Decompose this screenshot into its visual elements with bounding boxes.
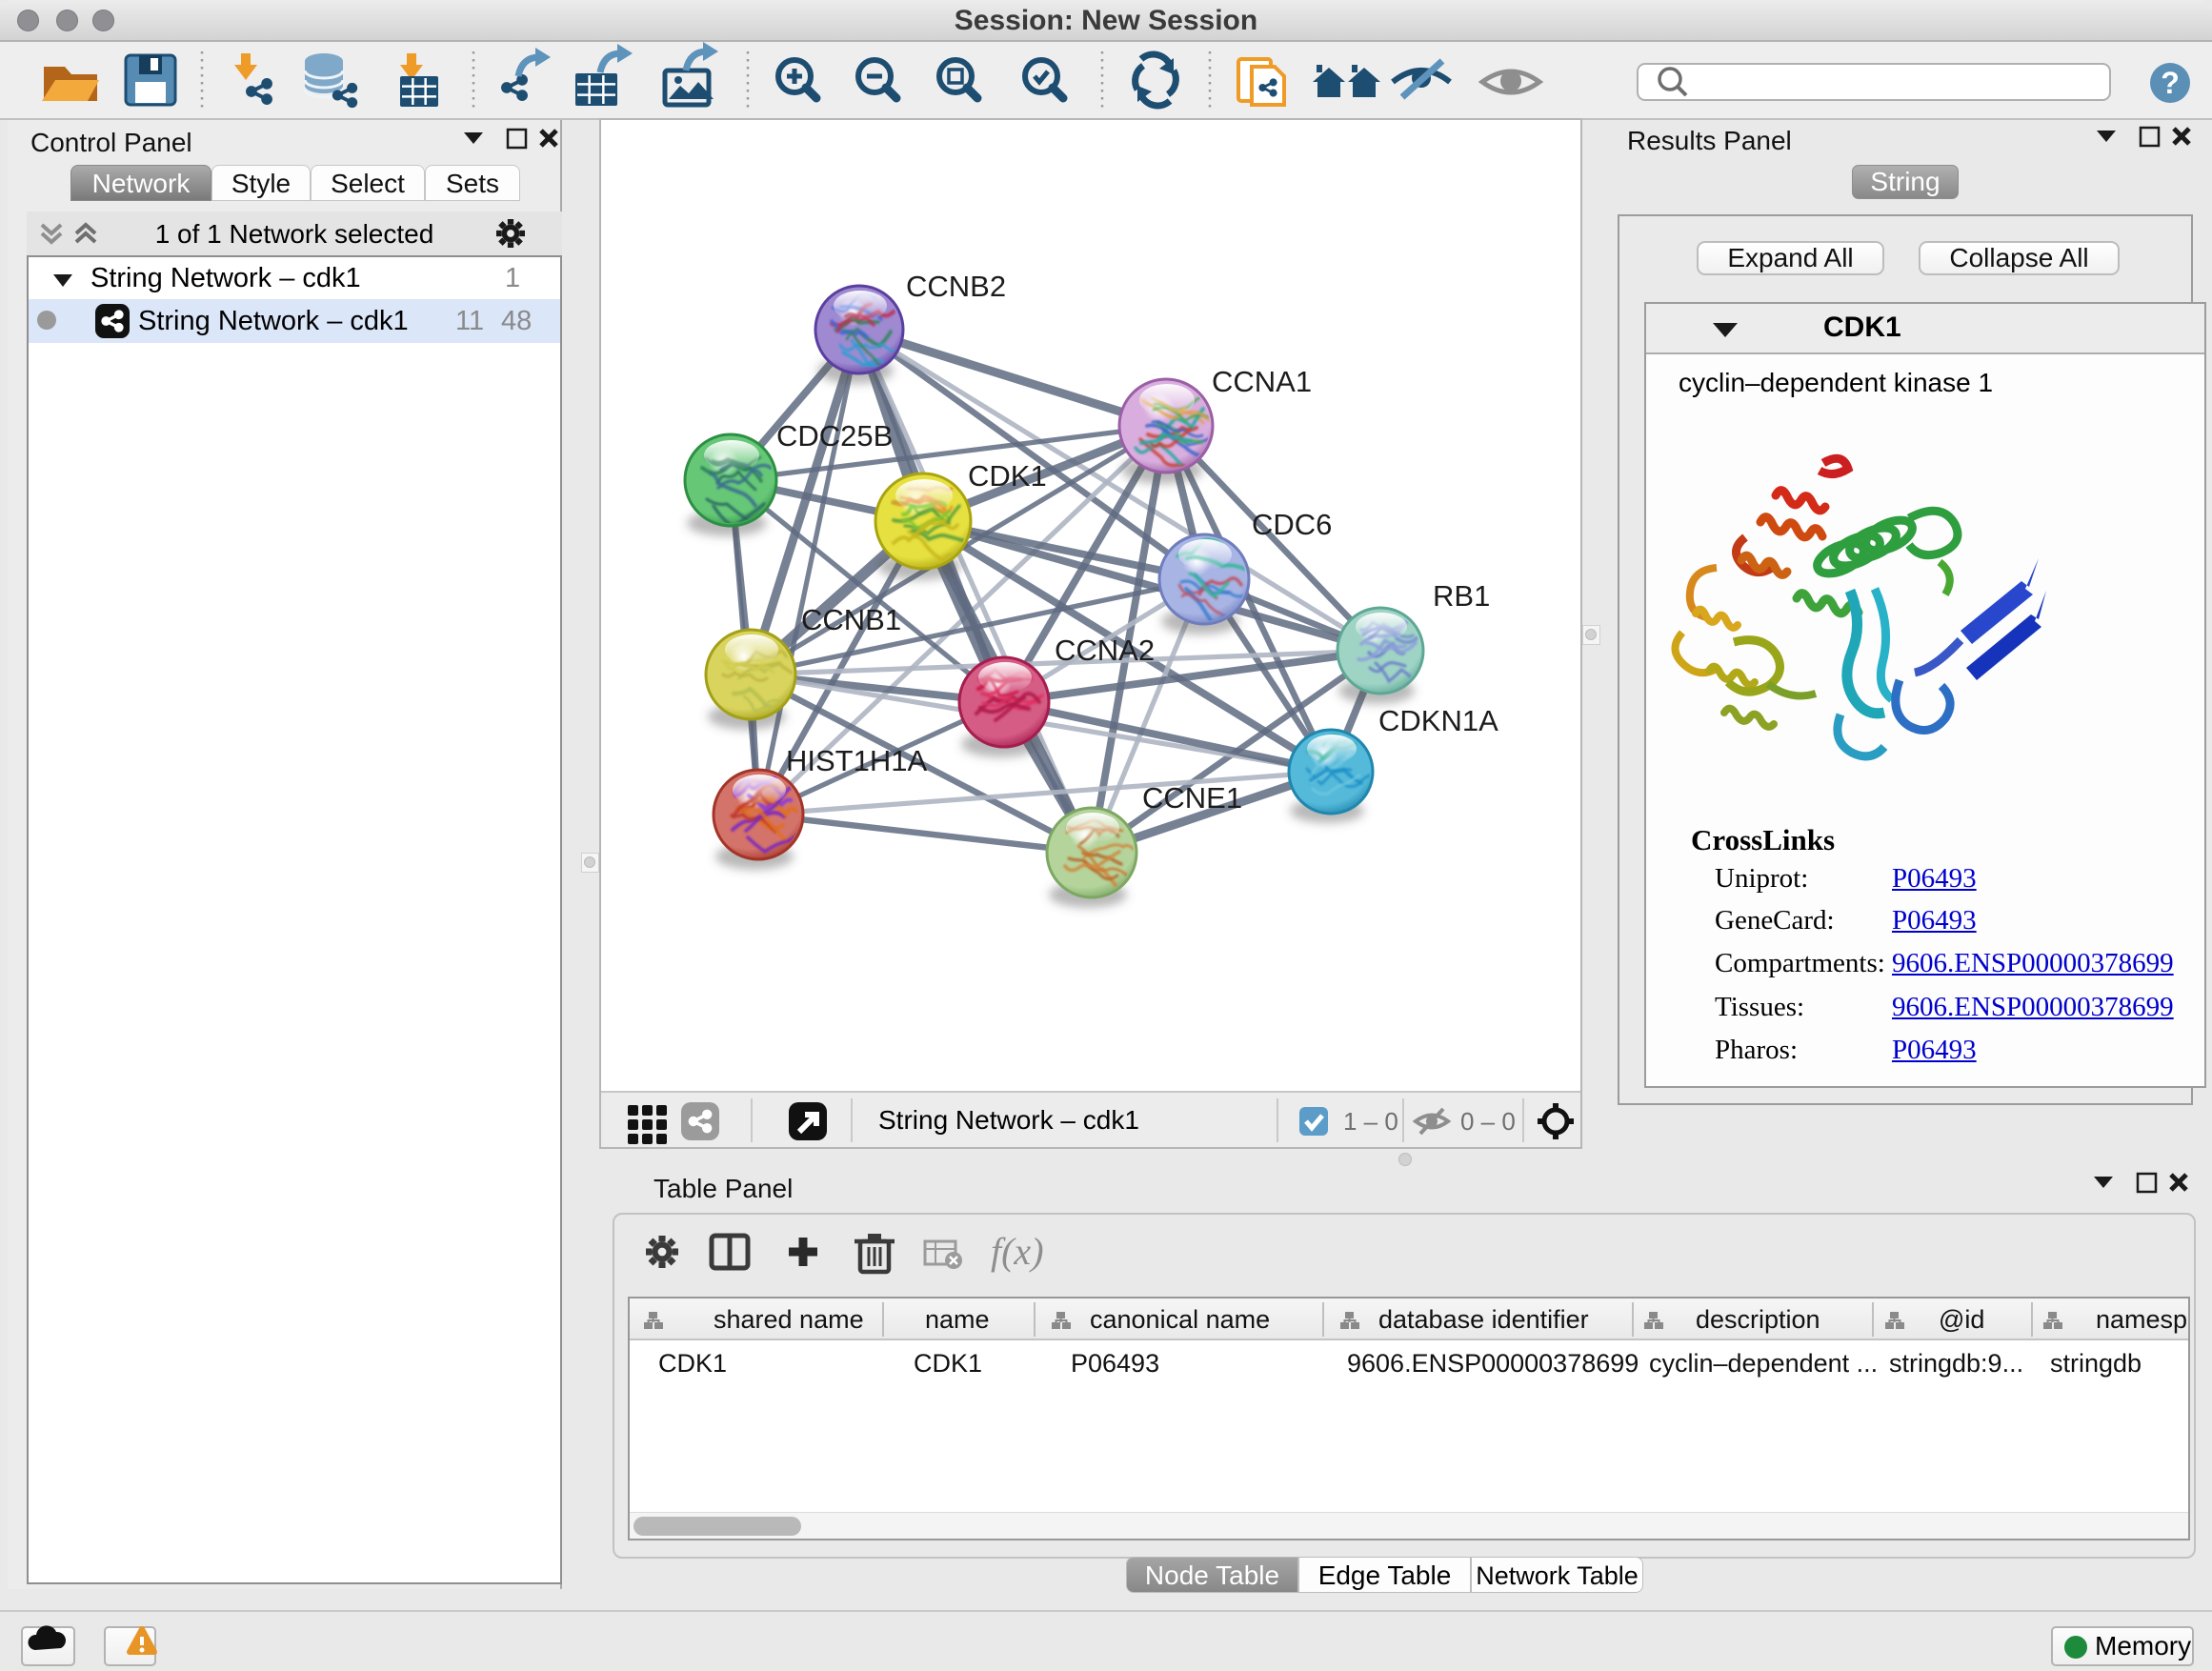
- svg-text:CDC6: CDC6: [1252, 508, 1332, 541]
- svg-text:f(x): f(x): [991, 1230, 1044, 1273]
- svg-text:CDK1: CDK1: [968, 459, 1047, 493]
- svg-text:0 – 0: 0 – 0: [1460, 1107, 1516, 1136]
- svg-text:RB1: RB1: [1433, 579, 1490, 613]
- svg-text:?: ?: [2161, 66, 2180, 100]
- svg-text:CCNB2: CCNB2: [906, 270, 1006, 303]
- svg-text:CCNE1: CCNE1: [1142, 781, 1242, 815]
- svg-text:CDKN1A: CDKN1A: [1378, 704, 1498, 737]
- svg-text:CCNA1: CCNA1: [1212, 365, 1312, 398]
- svg-text:CDC25B: CDC25B: [776, 419, 893, 453]
- svg-text:CCNA2: CCNA2: [1055, 634, 1155, 667]
- svg-text:HIST1H1A: HIST1H1A: [786, 744, 927, 777]
- svg-text:CCNB1: CCNB1: [801, 603, 901, 636]
- svg-text:1 – 0: 1 – 0: [1343, 1107, 1398, 1136]
